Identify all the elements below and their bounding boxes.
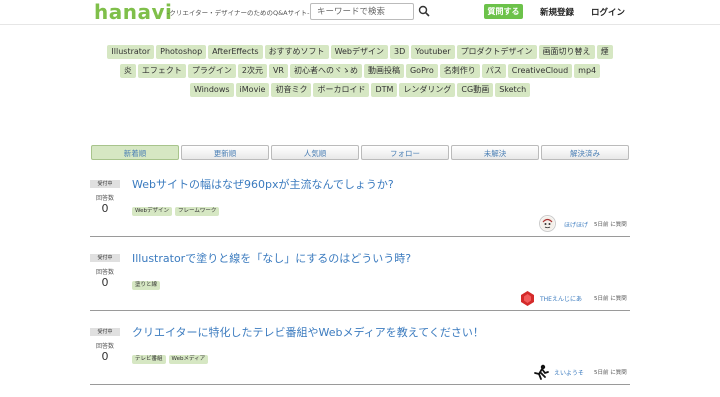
question-tag[interactable]: Webメディア (168, 355, 209, 364)
question-title[interactable]: クリエイターに特化したテレビ番組やWebメディアを教えてください！ (132, 324, 484, 340)
divider (90, 384, 630, 385)
tag-cloud: Illustrator Photoshop AfterEffects おすすめソフト W… (95, 45, 625, 102)
tag-item[interactable]: プロダクトデザイン (456, 45, 537, 59)
question-tag[interactable]: Webデザイン (132, 207, 172, 216)
tag-item[interactable]: ボーカロイド (313, 83, 370, 97)
tag-item[interactable]: iMovie (235, 83, 270, 97)
site-tagline: -クリエイター・デザイナーのためのQ&Aサイト- (167, 9, 310, 17)
tab-popular[interactable]: 人気順 (271, 145, 359, 160)
answer-count: 0 (101, 276, 109, 289)
ask-question-button[interactable]: 質問する (484, 4, 523, 19)
question-tag[interactable]: フレームワーク (175, 207, 220, 216)
status-badge: 受付中 (90, 180, 120, 188)
tag-item[interactable]: CreativeCloud (507, 64, 573, 78)
register-link[interactable]: 新規登録 (540, 6, 574, 18)
tag-item[interactable]: Sketch (495, 83, 531, 97)
tag-item[interactable]: 初心者へのヾゝめ (289, 64, 362, 78)
answer-count-label: 回答数 (95, 195, 114, 202)
tag-item[interactable]: エフェクト (137, 64, 186, 78)
question-time: 5日前 に質問 (594, 296, 627, 302)
tag-item[interactable]: 炎 (119, 64, 136, 78)
tag-item[interactable]: おすすめソフト (264, 45, 329, 59)
tag-item[interactable]: 画面切り替え (538, 45, 595, 59)
tab-following[interactable]: フォロー (361, 145, 449, 160)
username[interactable]: えいようそ (554, 368, 584, 377)
status-badge: 受付中 (90, 328, 120, 336)
tag-item[interactable]: 煙 (596, 45, 613, 59)
tag-item[interactable]: VR (268, 64, 288, 78)
tag-item[interactable]: 名刺作り (439, 64, 480, 78)
question-time: 5日前 に質問 (594, 370, 627, 376)
tab-updated[interactable]: 更新順 (181, 145, 269, 160)
tag-item[interactable]: Webデザイン (330, 45, 389, 59)
tag-item[interactable]: Windows (189, 83, 234, 97)
username[interactable]: ほげほげ (564, 220, 588, 229)
search-icon[interactable] (418, 5, 430, 17)
avatar[interactable] (519, 290, 536, 307)
tag-item[interactable]: Photoshop (156, 45, 207, 59)
avatar-runner-icon (534, 364, 549, 380)
tag-item[interactable]: パス (481, 64, 506, 78)
tag-item[interactable]: CG動画 (457, 83, 494, 97)
question-tag[interactable]: 塗りと線 (132, 281, 161, 290)
tag-item[interactable]: 3D (390, 45, 410, 59)
tag-item[interactable]: AfterEffects (208, 45, 263, 59)
sort-tabs: 新着順 更新順 人気順 フォロー 未解決 解決済み (91, 145, 631, 161)
answer-count-label: 回答数 (95, 269, 114, 276)
avatar[interactable] (539, 215, 556, 232)
tab-resolved[interactable]: 解決済み (541, 145, 629, 160)
tab-newest[interactable]: 新着順 (91, 145, 179, 160)
status-badge: 受付中 (90, 254, 120, 262)
username[interactable]: THEえんじにあ (540, 294, 582, 303)
avatar-logo-icon (521, 291, 534, 306)
tag-item[interactable]: Illustrator (107, 45, 155, 59)
tag-item[interactable]: 2次元 (237, 64, 267, 78)
tag-item[interactable]: DTM (371, 83, 398, 97)
tag-item[interactable]: レンダリング (399, 83, 456, 97)
divider (90, 236, 630, 237)
question-tag[interactable]: テレビ番組 (132, 355, 166, 364)
avatar[interactable] (533, 364, 550, 381)
header-bar: hanavi -クリエイター・デザイナーのためのQ&Aサイト- 質問する 新規登… (0, 0, 720, 25)
answer-count-label: 回答数 (95, 343, 114, 350)
question-time: 5日前 に質問 (594, 222, 627, 228)
tab-unresolved[interactable]: 未解決 (451, 145, 539, 160)
tag-item[interactable]: 動画投稿 (363, 64, 404, 78)
answer-count: 0 (101, 202, 109, 215)
question-title[interactable]: Illustratorで塗りと線を「なし」にするのはどういう時? (132, 250, 411, 266)
question-title[interactable]: Webサイトの幅はなぜ960pxが主流なんでしょうか? (132, 176, 394, 192)
site-logo[interactable]: hanavi (94, 1, 172, 23)
tag-item[interactable]: Youtuber (411, 45, 455, 59)
tag-item[interactable]: GoPro (405, 64, 438, 78)
tag-item[interactable]: 初音ミク (271, 83, 312, 97)
search-input[interactable] (310, 3, 414, 20)
tag-item[interactable]: プラグイン (187, 64, 236, 78)
answer-count: 0 (101, 350, 109, 363)
tag-item[interactable]: mp4 (574, 64, 601, 78)
login-link[interactable]: ログイン (591, 6, 625, 18)
divider (90, 310, 630, 311)
avatar-face-icon (540, 216, 555, 231)
